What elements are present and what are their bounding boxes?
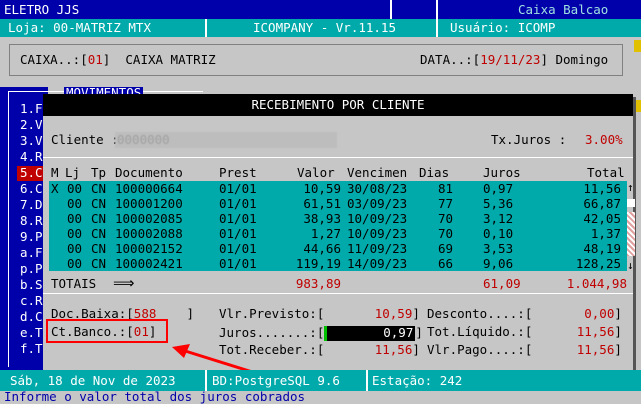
help-message: Informe o valor total dos juros cobrados (4, 389, 306, 404)
terminal-screen: ELETRO JJS Caixa Balcao Loja: 00-MATRIZ … (0, 0, 641, 404)
status-bd: BD:PostgreSQL 9.6 (212, 373, 340, 388)
divider (366, 370, 368, 392)
annotation-arrow-icon (172, 344, 353, 404)
status-estacao: Estação: 242 (372, 373, 463, 388)
status-date: Sáb, 18 de Nov de 2023 (10, 373, 176, 388)
message-line: Informe o valor total dos juros cobrados (0, 389, 641, 404)
